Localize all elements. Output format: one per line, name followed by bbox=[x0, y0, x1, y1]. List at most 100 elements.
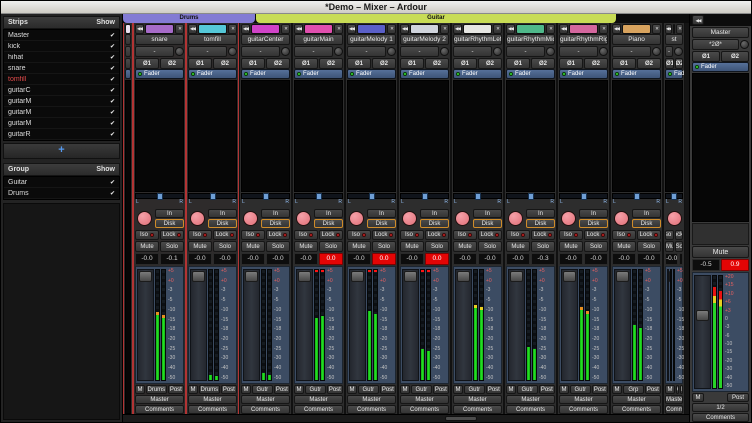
processor-box[interactable] bbox=[453, 80, 502, 192]
group-button[interactable]: Gutr bbox=[305, 385, 326, 394]
phase-1-button[interactable]: Ø1 bbox=[692, 51, 720, 62]
pan-slider[interactable] bbox=[241, 193, 290, 199]
narrow-strip-icon[interactable]: ◀◀ bbox=[294, 24, 303, 34]
strip-color-chip[interactable] bbox=[463, 24, 492, 34]
comments-button[interactable]: Comments bbox=[188, 405, 237, 414]
master-processor-box[interactable] bbox=[692, 73, 749, 222]
strip-color-chip[interactable] bbox=[410, 24, 439, 34]
channel-fader[interactable] bbox=[296, 269, 313, 381]
output-route-button[interactable]: Master bbox=[347, 395, 396, 404]
phase-1-button[interactable]: Ø1 bbox=[506, 58, 530, 69]
solo-isolate-button[interactable]: Iso bbox=[241, 230, 265, 240]
output-route-button[interactable]: Master bbox=[453, 395, 502, 404]
pan-widget[interactable]: L R bbox=[612, 193, 661, 206]
solo-isolate-button[interactable]: Iso bbox=[559, 230, 583, 240]
solo-lock-button[interactable]: Lock bbox=[531, 230, 555, 240]
peak-display[interactable]: -0.3 bbox=[531, 253, 555, 265]
pan-widget[interactable]: L R bbox=[294, 193, 343, 206]
pan-slider[interactable] bbox=[453, 193, 502, 199]
gain-display[interactable]: -0.0 bbox=[506, 253, 530, 265]
phase-1-button[interactable]: Ø1 bbox=[135, 58, 159, 69]
solo-button[interactable]: Solo bbox=[266, 241, 290, 252]
fader-processor-row[interactable]: Fader bbox=[506, 69, 555, 79]
output-route-button[interactable]: Master bbox=[241, 395, 290, 404]
metering-button[interactable]: M bbox=[241, 385, 251, 394]
narrow-strip-icon[interactable]: ◀◀ bbox=[188, 24, 197, 34]
fader-processor-row[interactable]: Fader bbox=[188, 69, 237, 79]
pan-handle[interactable] bbox=[157, 193, 163, 200]
narrow-strip-icon[interactable]: ◀◀ bbox=[347, 24, 356, 34]
fader-processor-row[interactable]: Fader bbox=[347, 69, 396, 79]
peak-display[interactable]: 0.0 bbox=[319, 253, 343, 265]
group-button[interactable]: Gutr bbox=[570, 385, 591, 394]
output-button[interactable]: - bbox=[559, 46, 598, 57]
visible-checkbox[interactable]: ✔ bbox=[110, 76, 115, 83]
strip-list-item[interactable]: hihat✔ bbox=[4, 52, 119, 63]
narrow-strip-icon[interactable]: ◀◀ bbox=[453, 24, 462, 34]
strip-list-item[interactable]: guitarR✔ bbox=[4, 129, 119, 140]
pan-slider[interactable] bbox=[400, 193, 449, 199]
strip-list-item[interactable]: guitarM✔ bbox=[4, 118, 119, 129]
solo-lock-button[interactable]: Lock bbox=[266, 230, 290, 240]
master-mute-button[interactable]: Mute bbox=[692, 246, 749, 258]
monitor-input-button[interactable]: In bbox=[420, 209, 449, 218]
fader-handle[interactable] bbox=[351, 271, 364, 282]
gain-display[interactable]: -0.0 bbox=[241, 253, 265, 265]
fader-handle[interactable] bbox=[563, 271, 576, 282]
master-peak-display[interactable]: 0.9 bbox=[721, 259, 749, 271]
strip-list-item[interactable]: guitarC✔ bbox=[4, 85, 119, 96]
gain-display[interactable]: -0.0 bbox=[612, 253, 636, 265]
processor-box[interactable] bbox=[241, 80, 290, 192]
monitor-disk-button[interactable]: Disk bbox=[367, 219, 396, 228]
mute-button[interactable]: Mute bbox=[188, 241, 212, 252]
monitor-disk-button[interactable]: Disk bbox=[261, 219, 290, 228]
solo-lock-button[interactable]: Lock bbox=[675, 230, 684, 240]
pan-widget[interactable]: L R bbox=[559, 193, 608, 206]
solo-isolate-button[interactable]: Iso bbox=[347, 230, 371, 240]
channel-fader[interactable] bbox=[243, 269, 260, 381]
visible-checkbox[interactable]: ✔ bbox=[110, 98, 115, 105]
monitor-input-button[interactable]: In bbox=[367, 209, 396, 218]
visible-checkbox[interactable]: ✔ bbox=[110, 32, 115, 39]
gain-display[interactable]: -0.0 bbox=[188, 253, 212, 265]
strip-list-item[interactable]: tomfill✔ bbox=[4, 74, 119, 85]
visible-checkbox[interactable]: ✔ bbox=[110, 65, 115, 72]
peak-display[interactable]: 0.0 bbox=[425, 253, 449, 265]
close-icon[interactable]: ✕ bbox=[652, 24, 661, 34]
phase-2-button[interactable]: Ø2 bbox=[478, 58, 502, 69]
record-enable-button[interactable] bbox=[137, 211, 152, 226]
visible-checkbox[interactable]: ✔ bbox=[110, 131, 115, 138]
monitor-input-button[interactable]: In bbox=[579, 209, 608, 218]
fader-processor-row[interactable]: Fader bbox=[692, 62, 749, 72]
peak-display[interactable]: -0.0 bbox=[213, 253, 237, 265]
phase-2-button[interactable]: Ø2 bbox=[319, 58, 343, 69]
fader-processor-row[interactable]: Fader bbox=[294, 69, 343, 79]
group-list-item[interactable]: Drums✔ bbox=[4, 188, 119, 199]
channel-fader[interactable] bbox=[455, 269, 472, 381]
comments-button[interactable]: Comments bbox=[559, 405, 608, 414]
record-enable-button[interactable] bbox=[349, 211, 364, 226]
solo-isolate-button[interactable]: Iso bbox=[453, 230, 477, 240]
meter-point-button[interactable]: Post bbox=[168, 385, 184, 394]
phase-1-button[interactable]: Ø1 bbox=[400, 58, 424, 69]
channel-fader[interactable] bbox=[349, 269, 366, 381]
metering-button[interactable]: M bbox=[400, 385, 410, 394]
group-button[interactable]: Gutr bbox=[358, 385, 379, 394]
group-button[interactable]: Gutr bbox=[517, 385, 538, 394]
pan-slider[interactable] bbox=[188, 193, 237, 199]
peak-display[interactable]: -0.0 bbox=[584, 253, 608, 265]
pan-handle[interactable] bbox=[263, 193, 269, 200]
comments-button[interactable]: Comments bbox=[241, 405, 290, 414]
fader-handle[interactable] bbox=[616, 271, 629, 282]
output-button[interactable]: - bbox=[241, 46, 280, 57]
narrow-strip-icon[interactable]: ◀◀ bbox=[612, 24, 621, 34]
pan-handle[interactable] bbox=[475, 193, 481, 200]
peak-display[interactable]: -0.0 bbox=[266, 253, 290, 265]
strip-color-chip[interactable] bbox=[622, 24, 651, 34]
phase-1-button[interactable]: Ø1 bbox=[453, 58, 477, 69]
strip-name-button[interactable]: guitarRhythmRight bbox=[559, 34, 608, 45]
peak-display[interactable]: -0.0 bbox=[478, 253, 502, 265]
pan-handle[interactable] bbox=[210, 193, 216, 200]
solo-button[interactable]: Solo bbox=[372, 241, 396, 252]
solo-isolate-button[interactable]: Iso bbox=[506, 230, 530, 240]
